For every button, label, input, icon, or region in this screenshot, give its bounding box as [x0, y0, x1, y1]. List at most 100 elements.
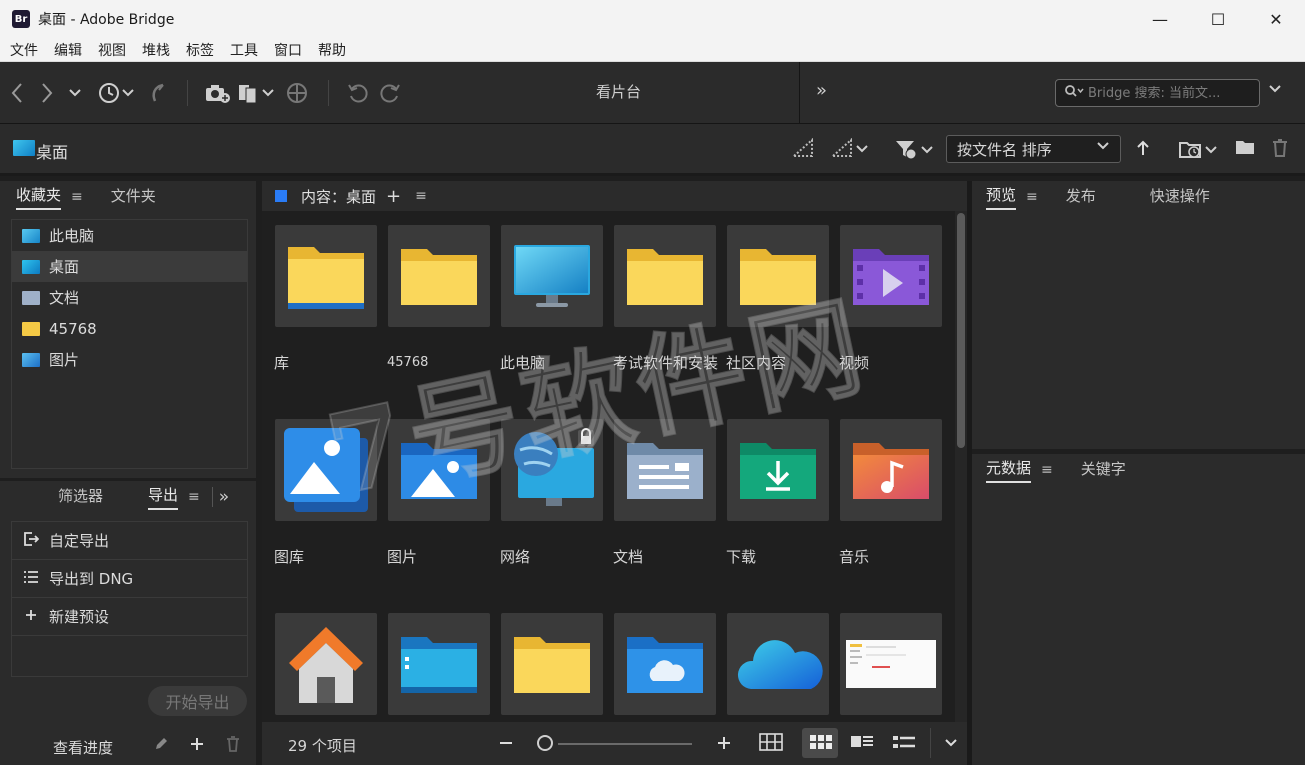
- back-icon[interactable]: [10, 80, 24, 106]
- content-scrollbar[interactable]: [955, 211, 967, 722]
- window-title: 桌面 - Adobe Bridge: [38, 12, 175, 28]
- thumb-onedrive-folder[interactable]: [614, 613, 716, 715]
- thumbnail-size-track[interactable]: [558, 743, 692, 745]
- recent-folders-icon[interactable]: [1178, 138, 1220, 165]
- workspace-light-table[interactable]: 看片台: [596, 81, 641, 102]
- rotate-right-icon[interactable]: [378, 80, 402, 106]
- thumb-documents[interactable]: [614, 419, 716, 521]
- minimize-button[interactable]: —: [1131, 0, 1189, 38]
- new-folder-icon[interactable]: [1235, 138, 1255, 161]
- favorite-item-pictures[interactable]: 图片: [12, 344, 247, 375]
- item-label: 文档: [613, 548, 644, 566]
- more-workspaces-icon[interactable]: »: [816, 80, 827, 101]
- star-filter-icon[interactable]: [791, 137, 814, 163]
- scrollbar-thumb[interactable]: [957, 213, 965, 448]
- toolbar-divider: [328, 80, 329, 106]
- menu-labels[interactable]: 标签: [178, 40, 222, 60]
- favorite-item-documents[interactable]: 文档: [12, 282, 247, 313]
- lock-grid-icon[interactable]: [758, 732, 784, 757]
- thumb-screenshot[interactable]: [840, 613, 942, 715]
- tab-quick-actions[interactable]: 快速操作: [1150, 185, 1210, 209]
- tab-filter[interactable]: 筛选器: [58, 485, 103, 509]
- thumb-pictures[interactable]: [388, 419, 490, 521]
- add-tab-icon[interactable]: +: [386, 186, 401, 207]
- maximize-button[interactable]: ☐: [1189, 0, 1247, 38]
- view-details-icon[interactable]: [850, 732, 874, 757]
- menu-view[interactable]: 视图: [90, 40, 134, 60]
- view-progress-link[interactable]: 查看进度: [53, 737, 113, 758]
- photo-downloader-icon[interactable]: [286, 80, 308, 106]
- recent-dropdown-icon[interactable]: [68, 80, 82, 106]
- trash-icon[interactable]: [1271, 138, 1289, 163]
- menu-stack[interactable]: 堆栈: [134, 40, 178, 60]
- toolbar-divider: [187, 80, 188, 106]
- view-thumbnails-icon[interactable]: [809, 732, 833, 757]
- rotate-left-icon[interactable]: [346, 80, 370, 106]
- tab-publish[interactable]: 发布: [1066, 185, 1096, 209]
- thumb-this-pc[interactable]: [501, 225, 603, 327]
- start-export-button[interactable]: 开始导出: [148, 686, 247, 716]
- sort-ascending-icon[interactable]: [1136, 138, 1150, 163]
- tab-preview[interactable]: 预览: [986, 184, 1017, 210]
- thumb-gallery[interactable]: [275, 419, 377, 521]
- panel-menu-icon[interactable]: ≡: [71, 189, 83, 205]
- view-list-icon[interactable]: [892, 732, 916, 757]
- thumb-folder[interactable]: [501, 613, 603, 715]
- tab-export[interactable]: 导出: [148, 484, 179, 510]
- favorite-item-desktop[interactable]: 桌面: [12, 251, 247, 282]
- favorite-item-this-pc[interactable]: 此电脑: [12, 220, 247, 251]
- export-item-new-preset[interactable]: 新建预设: [12, 598, 247, 636]
- export-item-custom[interactable]: 自定导出: [12, 522, 247, 560]
- thumb-library[interactable]: [275, 225, 377, 327]
- thumb-community[interactable]: [727, 225, 829, 327]
- more-panels-icon[interactable]: »: [211, 487, 229, 507]
- zoom-in-icon[interactable]: [716, 732, 732, 757]
- filter-items-icon[interactable]: [894, 138, 936, 165]
- refine-dropdown-icon[interactable]: [237, 80, 277, 106]
- thumb-onedrive[interactable]: [727, 613, 829, 715]
- thumb-desktop-folder[interactable]: [388, 613, 490, 715]
- thumb-downloads[interactable]: [727, 419, 829, 521]
- tab-folders[interactable]: 文件夹: [111, 185, 156, 209]
- add-preset-icon[interactable]: [189, 736, 205, 756]
- menu-help[interactable]: 帮助: [310, 40, 354, 60]
- panel-menu-icon[interactable]: ≡: [1041, 462, 1053, 478]
- thumb-home[interactable]: [275, 613, 377, 715]
- close-button[interactable]: ✕: [1247, 0, 1305, 38]
- thumbnail-size-slider[interactable]: [537, 735, 553, 751]
- menu-edit[interactable]: 编辑: [46, 40, 90, 60]
- history-icon[interactable]: [97, 80, 135, 106]
- panel-menu-icon[interactable]: ≡: [415, 188, 427, 204]
- panel-menu-icon[interactable]: ≡: [1026, 189, 1038, 205]
- zoom-out-icon[interactable]: [498, 732, 514, 757]
- delete-preset-icon[interactable]: [225, 735, 241, 757]
- tab-favorites[interactable]: 收藏夹: [16, 184, 62, 210]
- menu-file[interactable]: 文件: [0, 40, 46, 60]
- view-options-chevron-icon[interactable]: [944, 732, 958, 757]
- return-to-app-icon[interactable]: [148, 80, 168, 106]
- breadcrumb-desktop[interactable]: 桌面: [36, 139, 68, 163]
- thumb-exam-software[interactable]: [614, 225, 716, 327]
- search-input[interactable]: [1088, 85, 1253, 101]
- export-item-dng[interactable]: 导出到 DNG: [12, 560, 247, 598]
- forward-icon[interactable]: [40, 80, 54, 106]
- search-options-chevron-icon[interactable]: [1268, 82, 1282, 98]
- content-grid[interactable]: 库 45768 此电脑 考试软件和安装 社区内容 视频 图库 图片 网络 文档 …: [262, 211, 967, 722]
- favorite-item-45768[interactable]: 45768: [12, 313, 247, 344]
- thumb-videos[interactable]: [840, 225, 942, 327]
- thumb-music[interactable]: [840, 419, 942, 521]
- sort-dropdown[interactable]: 按文件名 排序: [946, 135, 1121, 163]
- menu-window[interactable]: 窗口: [266, 40, 310, 60]
- thumb-network[interactable]: [501, 419, 603, 521]
- tab-metadata[interactable]: 元数据: [986, 457, 1032, 483]
- edit-pencil-icon[interactable]: [153, 736, 169, 756]
- camera-import-icon[interactable]: [204, 80, 230, 106]
- menu-tools[interactable]: 工具: [222, 40, 266, 60]
- menu-bar: 文件 编辑 视图 堆栈 堆栈 标签 工具 窗口 帮助: [0, 38, 1305, 62]
- tab-keywords[interactable]: 关键字: [1081, 458, 1126, 482]
- search-box[interactable]: [1055, 79, 1260, 107]
- thumb-folder-45768[interactable]: [388, 225, 490, 327]
- panel-menu-icon[interactable]: ≡: [188, 489, 200, 505]
- favorite-label: 文档: [49, 289, 80, 307]
- quality-filter-icon[interactable]: [830, 137, 871, 163]
